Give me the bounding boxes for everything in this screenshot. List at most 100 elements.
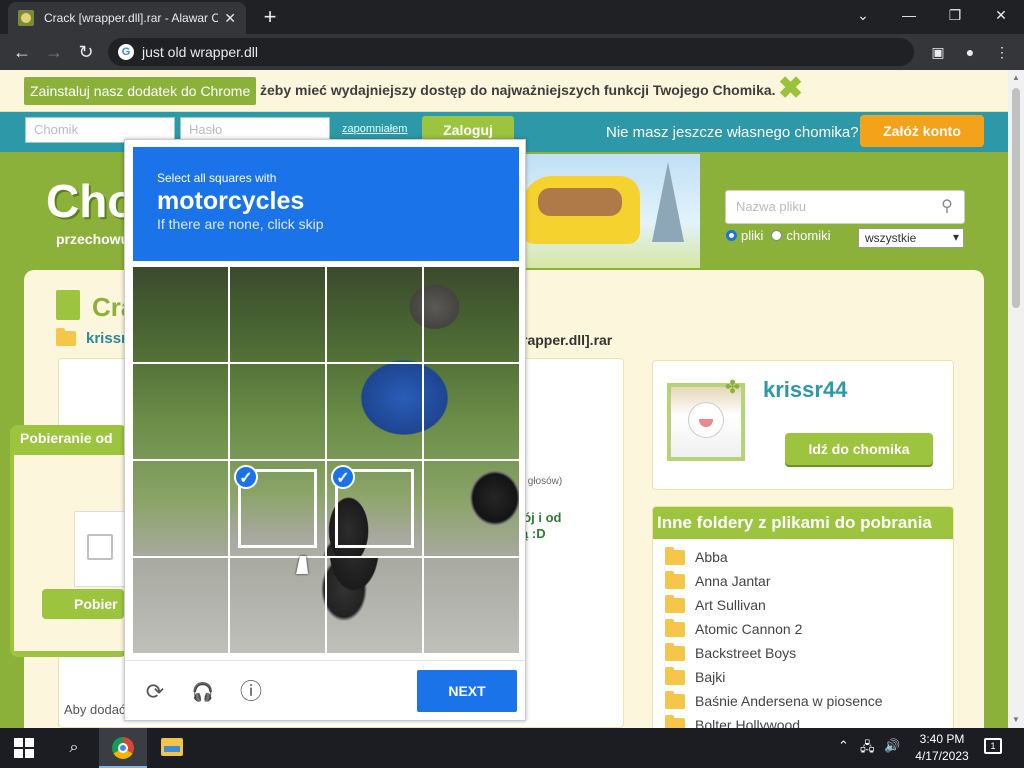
list-item[interactable]: Atomic Cannon 2 — [665, 617, 941, 641]
address-bar[interactable]: G just old wrapper.dll — [108, 38, 914, 66]
clover-icon: ✤ — [725, 377, 741, 397]
captcha-tile[interactable] — [327, 558, 422, 653]
site-logo[interactable]: Cho — [46, 174, 135, 228]
folder-link: Backstreet Boys — [695, 645, 797, 661]
captcha-tile[interactable] — [230, 558, 325, 653]
list-item[interactable]: Anna Jantar — [665, 569, 941, 593]
site-favicon-icon — [18, 10, 34, 26]
category-select[interactable]: wszystkie — [858, 228, 964, 248]
captcha-tile-image — [424, 364, 519, 459]
reload-challenge-icon[interactable]: ⟳ — [141, 678, 169, 706]
list-item[interactable]: Abba — [665, 545, 941, 569]
tab-close-icon[interactable]: ✕ — [224, 10, 236, 27]
back-arrow-icon[interactable]: ← — [10, 40, 34, 64]
captcha-tile[interactable] — [424, 267, 519, 362]
site-tagline: przechowu — [56, 231, 130, 247]
download-panel-body — [14, 455, 128, 651]
install-extension-button[interactable]: Zainstaluj nasz dodatek do Chrome — [24, 77, 257, 105]
list-item[interactable]: Art Sullivan — [665, 593, 941, 617]
captcha-tile[interactable] — [133, 364, 228, 459]
captcha-tile[interactable]: ✓ — [327, 461, 422, 556]
breadcrumb: krissr — [56, 328, 127, 347]
radio-chomiki[interactable] — [771, 230, 783, 241]
network-icon[interactable]: 🖧 — [860, 738, 875, 760]
register-button[interactable]: Załóż konto — [860, 115, 984, 147]
list-item[interactable]: Baśnie Andersena w piosence — [665, 689, 941, 713]
go-to-chomik-button[interactable]: Idź do chomika — [785, 433, 933, 465]
captcha-tile[interactable] — [424, 461, 519, 556]
taskbar-explorer-app[interactable] — [148, 728, 196, 768]
side-panel-icon[interactable]: ▣ — [928, 42, 948, 62]
next-button[interactable]: NEXT — [417, 670, 517, 712]
search-input[interactable]: Nazwa pliku — [736, 199, 806, 214]
list-item[interactable]: Bajki — [665, 665, 941, 689]
profile-icon[interactable]: ● — [960, 42, 980, 62]
download-panel-title: Pobieranie od — [20, 430, 113, 446]
captcha-tile[interactable] — [327, 364, 422, 459]
list-item[interactable]: Bolter Hollywood — [665, 713, 941, 728]
captcha-tile-image — [133, 267, 228, 362]
taskbar-chrome-app[interactable] — [99, 728, 147, 768]
captcha-tile[interactable] — [133, 267, 228, 362]
restore-button[interactable]: ❐ — [932, 0, 978, 30]
search-icon[interactable]: ⚲ — [936, 196, 958, 218]
browser-tab[interactable]: Crack [wrapper.dll].rar - Alawar C ✕ — [8, 2, 246, 34]
menu-kebab-icon[interactable]: ⋮ — [992, 42, 1012, 62]
audio-challenge-icon[interactable]: 🎧 — [189, 678, 217, 706]
download-button[interactable]: Pobier — [42, 589, 124, 619]
owner-card: ✤ krissr44 Idź do chomika — [652, 360, 954, 490]
minimize-button[interactable]: — — [886, 0, 932, 30]
tray-chevron-icon[interactable]: ⌃ — [838, 738, 849, 754]
google-icon: G — [118, 44, 134, 60]
captcha-tile-image — [133, 364, 228, 459]
folder-list: Abba Anna Jantar Art Sullivan Atomic Can… — [653, 539, 953, 728]
captcha-tile[interactable] — [424, 558, 519, 653]
page-scrollbar[interactable]: ▲ ▼ — [1008, 70, 1024, 728]
recaptcha-challenge: Select all squares with motorcycles If t… — [124, 139, 526, 721]
captcha-tile-image — [327, 267, 422, 362]
taskbar-search-icon[interactable]: ⌕ — [62, 736, 86, 760]
captcha-tile[interactable] — [230, 364, 325, 459]
scroll-up-icon[interactable]: ▲ — [1008, 70, 1024, 86]
captcha-tile-image — [424, 461, 519, 556]
list-item[interactable]: Backstreet Boys — [665, 641, 941, 665]
close-window-button[interactable]: ✕ — [978, 0, 1024, 30]
folder-icon — [665, 690, 685, 709]
forward-arrow-icon[interactable]: → — [42, 40, 66, 64]
captcha-tile-image — [230, 558, 325, 653]
captcha-tile[interactable] — [230, 267, 325, 362]
scroll-thumb[interactable] — [1012, 88, 1020, 308]
captcha-tile[interactable] — [424, 364, 519, 459]
captcha-tile[interactable] — [133, 558, 228, 653]
scroll-down-icon[interactable]: ▼ — [1008, 712, 1024, 728]
captcha-tile[interactable] — [133, 461, 228, 556]
tab-strip: Crack [wrapper.dll].rar - Alawar C ✕ + ⌄… — [0, 0, 1024, 34]
captcha-tile[interactable] — [327, 267, 422, 362]
file-type-icon — [56, 290, 80, 320]
forgot-password-link[interactable]: zapomniałem — [342, 123, 407, 135]
volume-icon[interactable]: 🔊 — [884, 738, 900, 754]
file-search-box[interactable]: Nazwa pliku ⚲ — [725, 190, 965, 224]
other-folders-heading: Inne foldery z plikami do pobrania — [653, 507, 953, 539]
reload-icon[interactable]: ↻ — [74, 40, 98, 64]
breadcrumb-user-link[interactable]: krissr — [86, 330, 127, 347]
notification-icon[interactable]: 1 — [984, 738, 1002, 754]
recaptcha-tile-grid: ✓ ✓ — [133, 267, 519, 653]
owner-username[interactable]: krissr44 — [763, 377, 847, 403]
new-tab-button[interactable]: + — [258, 5, 282, 29]
recaptcha-checkbox[interactable] — [87, 534, 113, 560]
folder-icon — [56, 328, 76, 346]
tab-search-icon[interactable]: ⌄ — [840, 0, 886, 30]
captcha-tile-image — [230, 364, 325, 459]
radio-files[interactable] — [726, 230, 737, 241]
promo-close-icon[interactable]: ✖ — [778, 74, 803, 104]
captcha-tile[interactable]: ✓ — [230, 461, 325, 556]
taskbar-clock[interactable]: 3:40 PM 4/17/2023 — [904, 731, 980, 765]
folder-link: Anna Jantar — [695, 573, 771, 589]
folder-link: Art Sullivan — [695, 597, 766, 613]
captcha-tile-image — [327, 558, 422, 653]
download-panel: Pobieranie od Pobier — [10, 425, 128, 657]
info-icon[interactable]: ⓘ — [237, 678, 265, 706]
radio-chomiki-label: chomiki — [786, 228, 831, 243]
windows-start-icon[interactable] — [14, 738, 34, 758]
